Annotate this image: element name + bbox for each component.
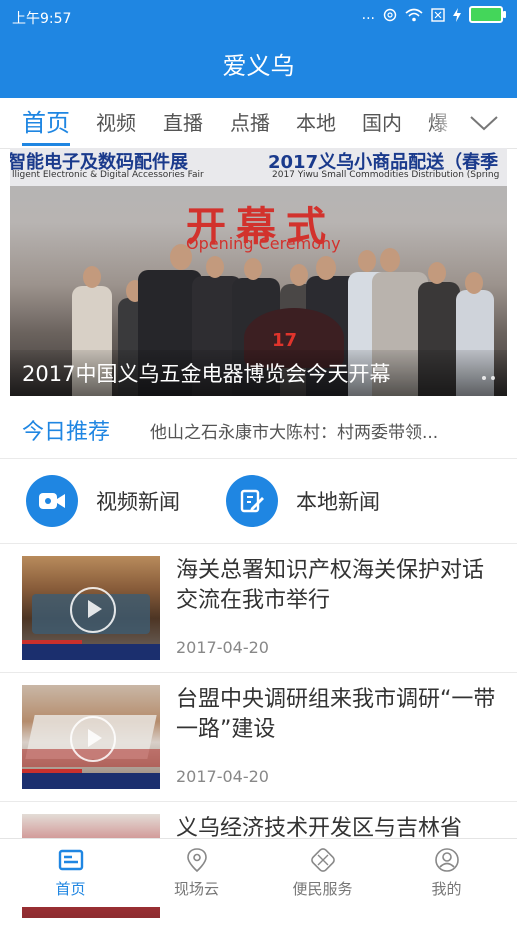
video-news-shortcut[interactable]: 视频新闻 (26, 475, 180, 527)
bottom-nav: 首页 现场云 便民服务 我的 (0, 838, 517, 907)
nav-live-cloud[interactable]: 现场云 (132, 839, 261, 907)
app-title: 爱义乌 (222, 52, 295, 80)
local-news-label: 本地新闻 (296, 490, 380, 514)
carousel-dot (491, 376, 495, 380)
category-tabs: 首页 视频 直播 点播 本地 国内 爆 (0, 98, 517, 149)
status-bar: 上午9:57 ... (0, 0, 517, 34)
news-item[interactable]: 台盟中央调研组来我市调研“一带一路”建设 2017-04-20 (0, 673, 517, 802)
video-news-label: 视频新闻 (96, 490, 180, 514)
nav-live-cloud-label: 现场云 (173, 880, 219, 898)
nav-profile-label: 我的 (431, 880, 462, 898)
chevron-down-icon[interactable] (469, 110, 499, 136)
home-icon (58, 849, 83, 871)
recommend-label: 今日推荐 (22, 420, 111, 445)
play-icon (70, 587, 116, 633)
news-thumbnail (22, 685, 160, 789)
service-icon (310, 848, 335, 872)
thumbnail-caption-strip (22, 640, 160, 660)
news-date: 2017-04-20 (176, 638, 269, 657)
shortcut-row: 视频新闻 本地新闻 (0, 459, 517, 544)
hero-backdrop-banner: 智能电子及数码配件展 lligent Electronic & Digital … (10, 148, 507, 186)
tab-live[interactable]: 直播 (163, 98, 203, 148)
tab-fade (430, 98, 460, 148)
thumbnail-caption-strip (22, 769, 160, 789)
nav-services[interactable]: 便民服务 (258, 839, 387, 907)
hero-caption: 2017中国义乌五金电器博览会今天开幕 (22, 362, 391, 386)
news-thumbnail (22, 556, 160, 660)
app-title-bar: 爱义乌 (0, 34, 517, 98)
battery-icon (469, 6, 506, 23)
local-news-shortcut[interactable]: 本地新闻 (226, 475, 380, 527)
tab-domestic[interactable]: 国内 (362, 98, 402, 148)
location-icon (186, 848, 207, 873)
nav-home[interactable]: 首页 (6, 839, 135, 907)
wifi-icon (405, 8, 423, 21)
status-time: 上午9:57 (12, 11, 72, 27)
tab-video[interactable]: 视频 (96, 98, 136, 148)
tab-home[interactable]: 首页 (22, 98, 70, 148)
user-icon (434, 848, 459, 872)
banner-left-subtext: lligent Electronic & Digital Accessories… (12, 170, 204, 180)
sim-icon (431, 7, 445, 22)
hero-carousel[interactable]: 智能电子及数码配件展 lligent Electronic & Digital … (10, 148, 507, 396)
edit-note-icon (226, 475, 278, 527)
news-title: 台盟中央调研组来我市调研“一带一路”建设 (176, 687, 496, 742)
status-icons: ... (361, 6, 506, 23)
carousel-dot (482, 376, 486, 380)
status-dots: ... (361, 6, 375, 23)
carousel-indicator (482, 376, 495, 380)
tab-on-demand[interactable]: 点播 (230, 98, 270, 148)
alarm-icon (383, 8, 397, 21)
recommend-text[interactable]: 他山之石永康市大陈村：村两委带领... (150, 418, 438, 443)
play-icon (70, 716, 116, 762)
news-title: 海关总署知识产权海关保护对话交流在我市举行 (176, 558, 485, 613)
video-camera-icon (26, 475, 78, 527)
banner-right-subtext: 2017 Yiwu Small Commodities Distribution… (272, 170, 500, 180)
charging-icon (453, 7, 461, 22)
nav-profile[interactable]: 我的 (382, 839, 511, 907)
ceremony-sign-en: Opening Ceremony (186, 234, 341, 253)
tab-local[interactable]: 本地 (296, 98, 336, 148)
nav-home-label: 首页 (55, 880, 86, 898)
news-date: 2017-04-20 (176, 767, 269, 786)
nav-services-label: 便民服务 (292, 880, 353, 898)
news-item[interactable]: 海关总署知识产权海关保护对话交流在我市举行 2017-04-20 (0, 544, 517, 673)
recommend-bar[interactable]: 今日推荐 他山之石永康市大陈村：村两委带领... (0, 400, 517, 459)
